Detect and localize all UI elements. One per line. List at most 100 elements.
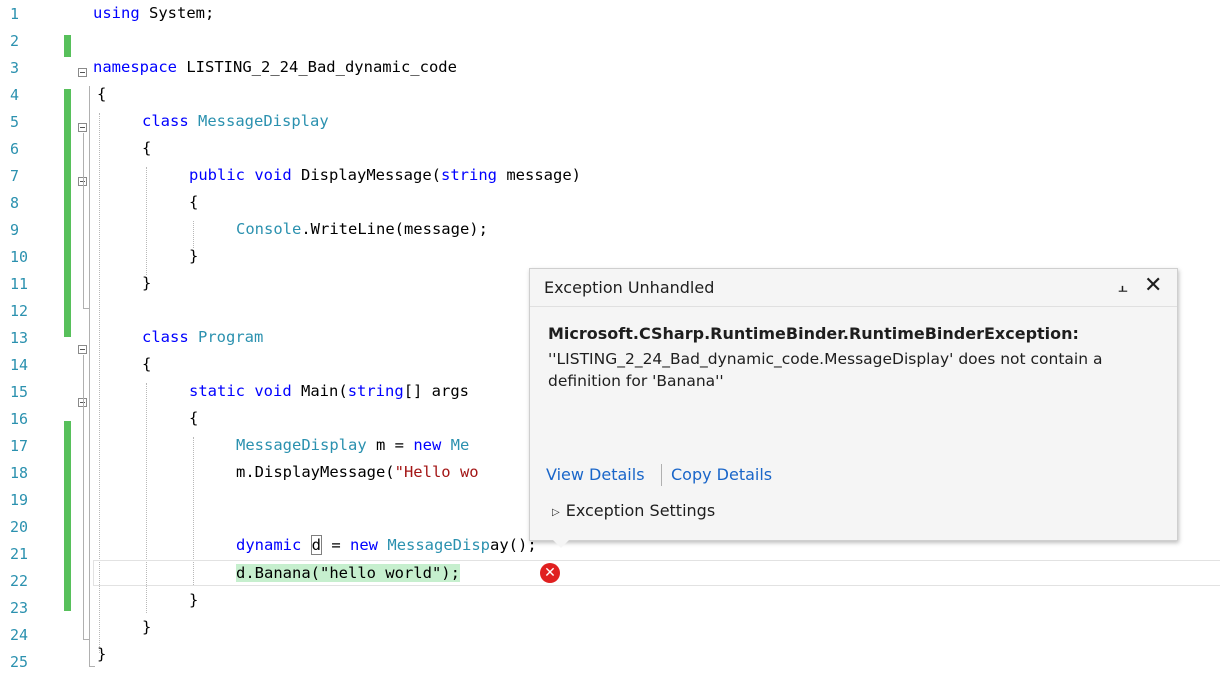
keyword: dynamic: [236, 536, 302, 554]
line-number: 1: [10, 5, 20, 23]
keyword: static: [189, 382, 245, 400]
collapse-namespace-icon[interactable]: [78, 68, 87, 77]
type-name: MessageDisplay: [198, 112, 329, 130]
error-icon[interactable]: ✕: [540, 563, 560, 583]
line-number: 21: [10, 545, 29, 563]
code-line[interactable]: MessageDisplay m = new Me: [236, 432, 469, 458]
method-name: DisplayMessage(: [301, 166, 441, 184]
outline-end-tick: [89, 666, 95, 667]
line-number: 16: [10, 410, 29, 428]
code-line[interactable]: namespace LISTING_2_24_Bad_dynamic_code: [93, 54, 457, 80]
change-bar: [64, 421, 71, 611]
view-details-link[interactable]: View Details: [546, 465, 645, 484]
exception-settings-label: Exception Settings: [565, 501, 716, 520]
code-line[interactable]: {: [189, 405, 198, 431]
keyword: void: [254, 382, 292, 400]
type-name: Program: [198, 328, 264, 346]
outline-end-tick: [83, 639, 89, 640]
code-line[interactable]: {: [189, 189, 198, 215]
line-number: 10: [10, 248, 29, 266]
type-name: MessageDisp: [387, 536, 491, 554]
code-line[interactable]: d.Banana("hello world");: [236, 560, 460, 586]
code-line[interactable]: }: [97, 641, 106, 667]
code-line[interactable]: {: [97, 81, 106, 107]
keyword: public: [189, 166, 245, 184]
code-line[interactable]: }: [189, 243, 198, 269]
code-line[interactable]: using System;: [93, 0, 214, 26]
line-number: 6: [10, 140, 20, 158]
code-line[interactable]: dynamic d = new MessageDispay();: [236, 532, 537, 558]
outline-line: [83, 355, 84, 639]
line-number: 8: [10, 194, 20, 212]
code-text: [] args: [403, 382, 470, 400]
exception-helper-popup: Exception Unhandled ⫠ ✕ Microsoft.CSharp…: [529, 268, 1178, 541]
keyword: void: [254, 166, 292, 184]
popup-pointer: [553, 540, 569, 548]
outline-line: [89, 86, 90, 666]
line-number: 5: [10, 113, 20, 131]
type-name: Console: [236, 220, 302, 238]
type-name: MessageDisplay: [236, 436, 367, 454]
code-text: System;: [139, 4, 215, 22]
line-number: 18: [10, 464, 29, 482]
code-line[interactable]: }: [142, 270, 151, 296]
line-number: 24: [10, 626, 29, 644]
code-line[interactable]: {: [142, 351, 151, 377]
change-bar: [64, 89, 71, 337]
code-line[interactable]: static void Main(string[] args: [189, 378, 469, 404]
code-line[interactable]: m.DisplayMessage("Hello wo: [236, 459, 479, 485]
keyword: new: [350, 536, 379, 554]
keyword: namespace: [93, 58, 177, 76]
code-text: m.DisplayMessage(: [236, 463, 395, 481]
code-line[interactable]: }: [189, 587, 198, 613]
code-text: =: [322, 536, 351, 554]
line-number: 12: [10, 302, 29, 320]
variable-d: d: [310, 535, 323, 555]
outline-line: [83, 133, 84, 308]
code-line[interactable]: class MessageDisplay: [142, 108, 329, 134]
code-text: .WriteLine(message);: [301, 220, 488, 238]
pin-icon[interactable]: ⫠: [1118, 277, 1128, 297]
link-separator: [661, 464, 662, 486]
keyword: class: [142, 328, 189, 346]
line-number: 13: [10, 329, 29, 347]
type-name: Me: [450, 436, 470, 454]
line-number: 22: [10, 572, 29, 590]
code-text: LISTING_2_24_Bad_dynamic_code: [177, 58, 457, 76]
collapse-class-icon[interactable]: [78, 123, 87, 132]
code-line[interactable]: }: [142, 614, 151, 640]
exception-type: Microsoft.CSharp.RuntimeBinder.RuntimeBi…: [548, 324, 1079, 343]
code-line[interactable]: Console.WriteLine(message);: [236, 216, 488, 242]
line-number: 11: [10, 275, 29, 293]
keyword: string: [441, 166, 497, 184]
line-number: 3: [10, 59, 20, 77]
code-text: message): [497, 166, 581, 184]
close-icon[interactable]: ✕: [1144, 273, 1162, 298]
exception-settings-expander[interactable]: ▷ Exception Settings: [552, 501, 715, 520]
keyword: new: [413, 436, 442, 454]
line-number: 2: [10, 32, 20, 50]
outline-end-tick: [83, 308, 89, 309]
code-line[interactable]: class Program: [142, 324, 263, 350]
code-line[interactable]: public void DisplayMessage(string messag…: [189, 162, 581, 188]
code-line[interactable]: {: [142, 135, 151, 161]
line-number: 15: [10, 383, 29, 401]
string-literal: "Hello wo: [394, 463, 479, 481]
method-name: Main(: [301, 382, 348, 400]
line-number: 4: [10, 86, 20, 104]
line-number: 23: [10, 599, 29, 617]
popup-header: Exception Unhandled ⫠ ✕: [530, 269, 1177, 307]
line-number: 9: [10, 221, 20, 239]
copy-details-link[interactable]: Copy Details: [671, 465, 772, 484]
line-number: 20: [10, 518, 29, 536]
expand-triangle-icon: ▷: [552, 507, 560, 518]
line-number: 19: [10, 491, 29, 509]
collapse-class-icon[interactable]: [78, 345, 87, 354]
keyword: using: [93, 4, 140, 22]
line-number: 7: [10, 167, 20, 185]
keyword: class: [142, 112, 189, 130]
code-text: m =: [366, 436, 414, 454]
popup-title: Exception Unhandled: [544, 278, 715, 297]
line-number: 14: [10, 356, 29, 374]
line-number: 17: [10, 437, 29, 455]
